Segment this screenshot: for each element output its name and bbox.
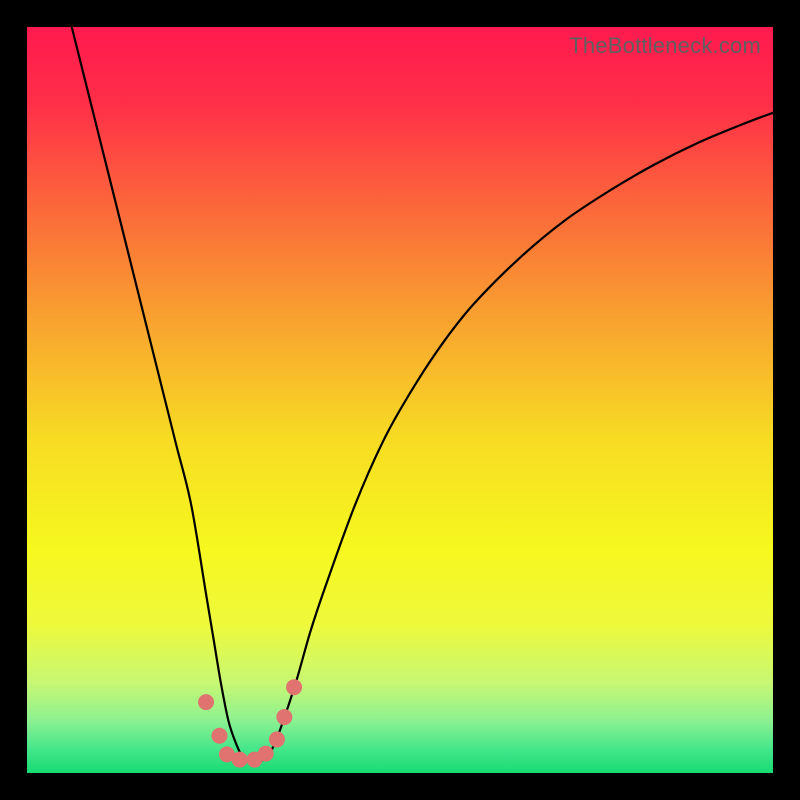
plot-area: TheBottleneck.com [27,27,773,773]
watermark-text: TheBottleneck.com [569,33,761,59]
curve-layer [27,27,773,773]
marker-dot [232,752,248,768]
marker-dot [211,728,227,744]
marker-dot [276,709,292,725]
marker-dot [258,746,274,762]
marker-dot [286,679,302,695]
chart-frame: TheBottleneck.com [0,0,800,800]
marker-dot [269,731,285,747]
marker-dot [198,694,214,710]
bottleneck-curve [72,27,773,762]
highlight-dots [198,679,302,767]
